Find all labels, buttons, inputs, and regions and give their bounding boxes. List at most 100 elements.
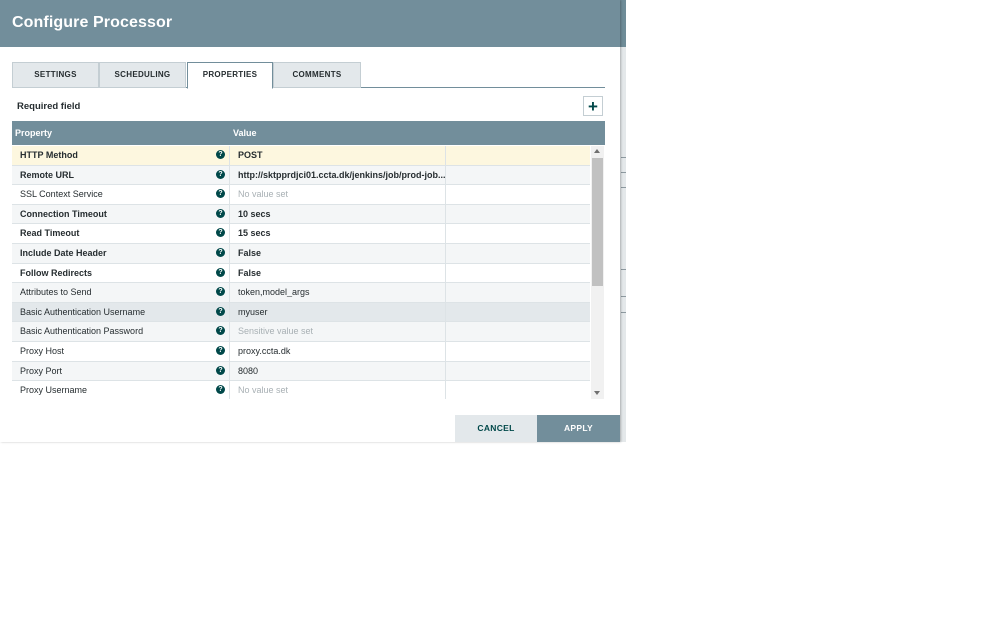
column-header-property: Property — [15, 128, 53, 138]
column-divider — [229, 322, 230, 341]
table-row[interactable]: Remote URL? http://sktpprdjci01.ccta.dk/j… — [12, 165, 590, 186]
column-divider — [229, 204, 230, 224]
property-value[interactable]: 10 secs — [238, 209, 446, 219]
tab-bar: SETTINGS SCHEDULING PROPERTIES COMMENTS — [12, 62, 605, 89]
column-divider — [229, 361, 230, 381]
info-icon[interactable]: ? — [216, 247, 225, 257]
column-divider — [229, 341, 230, 361]
property-value[interactable]: proxy.ccta.dk — [238, 346, 446, 356]
table-row[interactable]: Proxy Host? proxy.ccta.dk — [12, 341, 590, 362]
info-icon[interactable]: ? — [216, 228, 225, 238]
property-name: Basic Authentication Password — [20, 326, 144, 337]
configure-processor-dialog: Configure Processor SETTINGS SCHEDULING … — [0, 0, 620, 442]
property-name: Proxy Port — [20, 365, 63, 376]
property-name: HTTP Method — [20, 150, 78, 160]
property-name: Include Date Header — [20, 247, 107, 258]
required-field-label: Required field — [17, 101, 81, 112]
table-header: Property Value — [12, 121, 605, 145]
plus-icon: + — [588, 97, 598, 116]
vertical-scrollbar[interactable] — [591, 146, 604, 399]
info-icon[interactable]: ? — [216, 345, 225, 355]
table-row[interactable]: Include Date Header? False — [12, 243, 590, 264]
info-icon[interactable]: ? — [216, 306, 225, 316]
column-divider — [229, 263, 230, 283]
table-row[interactable]: Read Timeout? 15 secs — [12, 224, 590, 244]
info-icon[interactable]: ? — [216, 267, 225, 277]
scrollbar-thumb[interactable] — [592, 158, 603, 286]
tab-properties[interactable]: PROPERTIES — [187, 62, 273, 89]
cancel-button[interactable]: CANCEL — [455, 415, 537, 442]
info-icon[interactable]: ? — [216, 189, 225, 199]
column-divider — [445, 341, 446, 361]
dialog-title: Configure Processor — [12, 14, 173, 31]
info-icon[interactable]: ? — [216, 150, 225, 159]
apply-button[interactable]: APPLY — [537, 415, 620, 442]
property-name: Proxy Host — [20, 345, 65, 356]
column-divider — [445, 283, 446, 302]
column-divider — [229, 283, 230, 302]
scroll-up-arrow-icon[interactable] — [594, 149, 600, 153]
info-icon[interactable]: ? — [216, 365, 225, 375]
column-divider — [445, 185, 446, 204]
tab-settings[interactable]: SETTINGS — [12, 62, 99, 88]
column-divider — [445, 361, 446, 381]
table-row[interactable]: Connection Timeout? 10 secs — [12, 204, 590, 225]
properties-table: Property Value HTTP Method? POST Remote UR… — [12, 121, 605, 399]
table-row[interactable]: HTTP Method? POST — [12, 146, 590, 166]
property-value[interactable]: No value set — [238, 385, 446, 395]
column-divider — [229, 381, 230, 399]
column-divider — [445, 243, 446, 263]
add-property-button[interactable]: + — [583, 96, 603, 116]
table-body: HTTP Method? POST Remote URL? http://sktppr… — [12, 146, 590, 399]
property-name: Attributes to Send — [20, 287, 92, 298]
table-row[interactable]: Proxy Username? No value set — [12, 381, 590, 399]
column-divider — [229, 185, 230, 204]
column-divider — [445, 224, 446, 243]
column-divider — [229, 302, 230, 322]
property-value[interactable]: myuser — [238, 307, 446, 317]
property-value[interactable]: False — [238, 268, 446, 278]
property-value[interactable]: 8080 — [238, 366, 446, 376]
property-value[interactable]: POST — [238, 150, 446, 160]
property-value[interactable]: http://sktpprdjci01.ccta.dk/jenkins/job/… — [238, 170, 446, 180]
property-value[interactable]: No value set — [238, 189, 446, 199]
background-canvas — [620, 0, 626, 442]
background-text-fragment — [621, 312, 626, 313]
property-name: Read Timeout — [20, 228, 80, 239]
table-row[interactable]: Follow Redirects? False — [12, 263, 590, 284]
background-text-fragment — [621, 157, 626, 158]
info-icon[interactable]: ? — [216, 287, 225, 297]
info-icon[interactable]: ? — [216, 169, 225, 179]
background-text-fragment — [621, 172, 626, 173]
column-divider — [445, 204, 446, 224]
column-divider — [445, 263, 446, 283]
info-icon[interactable]: ? — [216, 326, 225, 336]
column-divider — [445, 302, 446, 322]
property-name: Basic Authentication Username — [20, 306, 146, 317]
background-header — [620, 0, 626, 47]
property-name: SSL Context Service — [20, 189, 103, 200]
property-value[interactable]: Sensitive value set — [238, 326, 446, 336]
info-icon[interactable]: ? — [216, 208, 225, 218]
tab-comments[interactable]: COMMENTS — [273, 62, 361, 88]
property-name: Follow Redirects — [20, 267, 93, 278]
table-row[interactable]: Basic Authentication Password? Sensitive … — [12, 322, 590, 342]
column-divider — [445, 381, 446, 399]
table-row[interactable]: Attributes to Send? token,model_args — [12, 283, 590, 303]
property-value[interactable]: token,model_args — [238, 287, 446, 297]
column-divider — [445, 322, 446, 341]
scroll-down-arrow-icon[interactable] — [594, 391, 600, 395]
table-row[interactable]: Proxy Port? 8080 — [12, 361, 590, 382]
table-row[interactable]: SSL Context Service? No value set — [12, 185, 590, 205]
info-icon[interactable]: ? — [216, 385, 225, 395]
column-divider — [229, 224, 230, 243]
column-divider — [445, 146, 446, 165]
table-row[interactable]: Basic Authentication Username? myuser — [12, 302, 590, 323]
property-value[interactable]: 15 secs — [238, 228, 446, 238]
property-value[interactable]: False — [238, 248, 446, 258]
background-text-fragment — [621, 187, 626, 188]
column-divider — [229, 243, 230, 263]
property-name: Connection Timeout — [20, 208, 107, 219]
column-divider — [229, 165, 230, 185]
tab-scheduling[interactable]: SCHEDULING — [99, 62, 186, 88]
